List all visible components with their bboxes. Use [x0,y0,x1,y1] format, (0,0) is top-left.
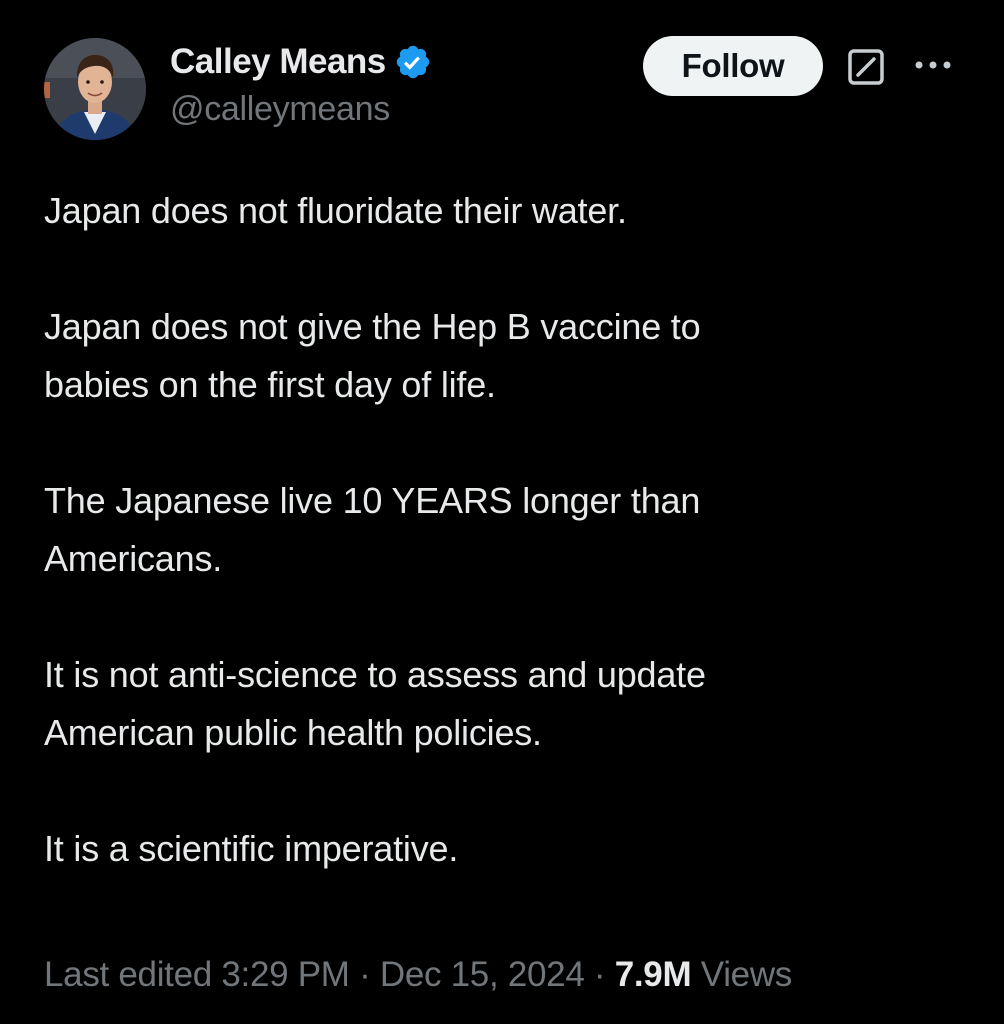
tweet-text: Japan does not fluoridate their water. J… [44,182,944,878]
verified-badge-icon[interactable] [394,43,432,81]
follow-button[interactable]: Follow [643,36,823,96]
separator: · [593,955,606,994]
views-label: Views [700,955,793,994]
tweet-paragraph: It is a scientific imperative. [44,828,459,869]
tweet-paragraph: The Japanese live 10 YEARS longer than A… [44,480,701,579]
avatar-image [44,38,146,140]
tweet-paragraph: Japan does not give the Hep B vaccine to… [44,306,701,405]
tweet-header: Calley Means @calleymeans Follow [44,34,964,144]
tweet-time[interactable]: 3:29 PM [221,955,350,994]
author-identity[interactable]: Calley Means @calleymeans [170,40,432,129]
tweet-detail: Calley Means @calleymeans Follow Japan d… [0,0,1004,1024]
edited-label[interactable]: Last edited [44,955,212,994]
tweet-metadata: Last edited 3:29 PM · Dec 15, 2024 · 7.9… [44,955,792,995]
display-name[interactable]: Calley Means [170,42,386,82]
views-count[interactable]: 7.9M [615,955,692,994]
tweet-date[interactable]: Dec 15, 2024 [380,955,585,994]
more-options-icon[interactable] [910,50,956,80]
name-row: Calley Means [170,40,432,84]
tweet-paragraph: Japan does not fluoridate their water. [44,190,627,231]
avatar[interactable] [44,38,146,140]
grok-icon[interactable] [847,48,885,86]
separator: · [359,955,371,994]
author-handle[interactable]: @calleymeans [170,90,432,129]
tweet-paragraph: It is not anti-science to assess and upd… [44,654,706,753]
